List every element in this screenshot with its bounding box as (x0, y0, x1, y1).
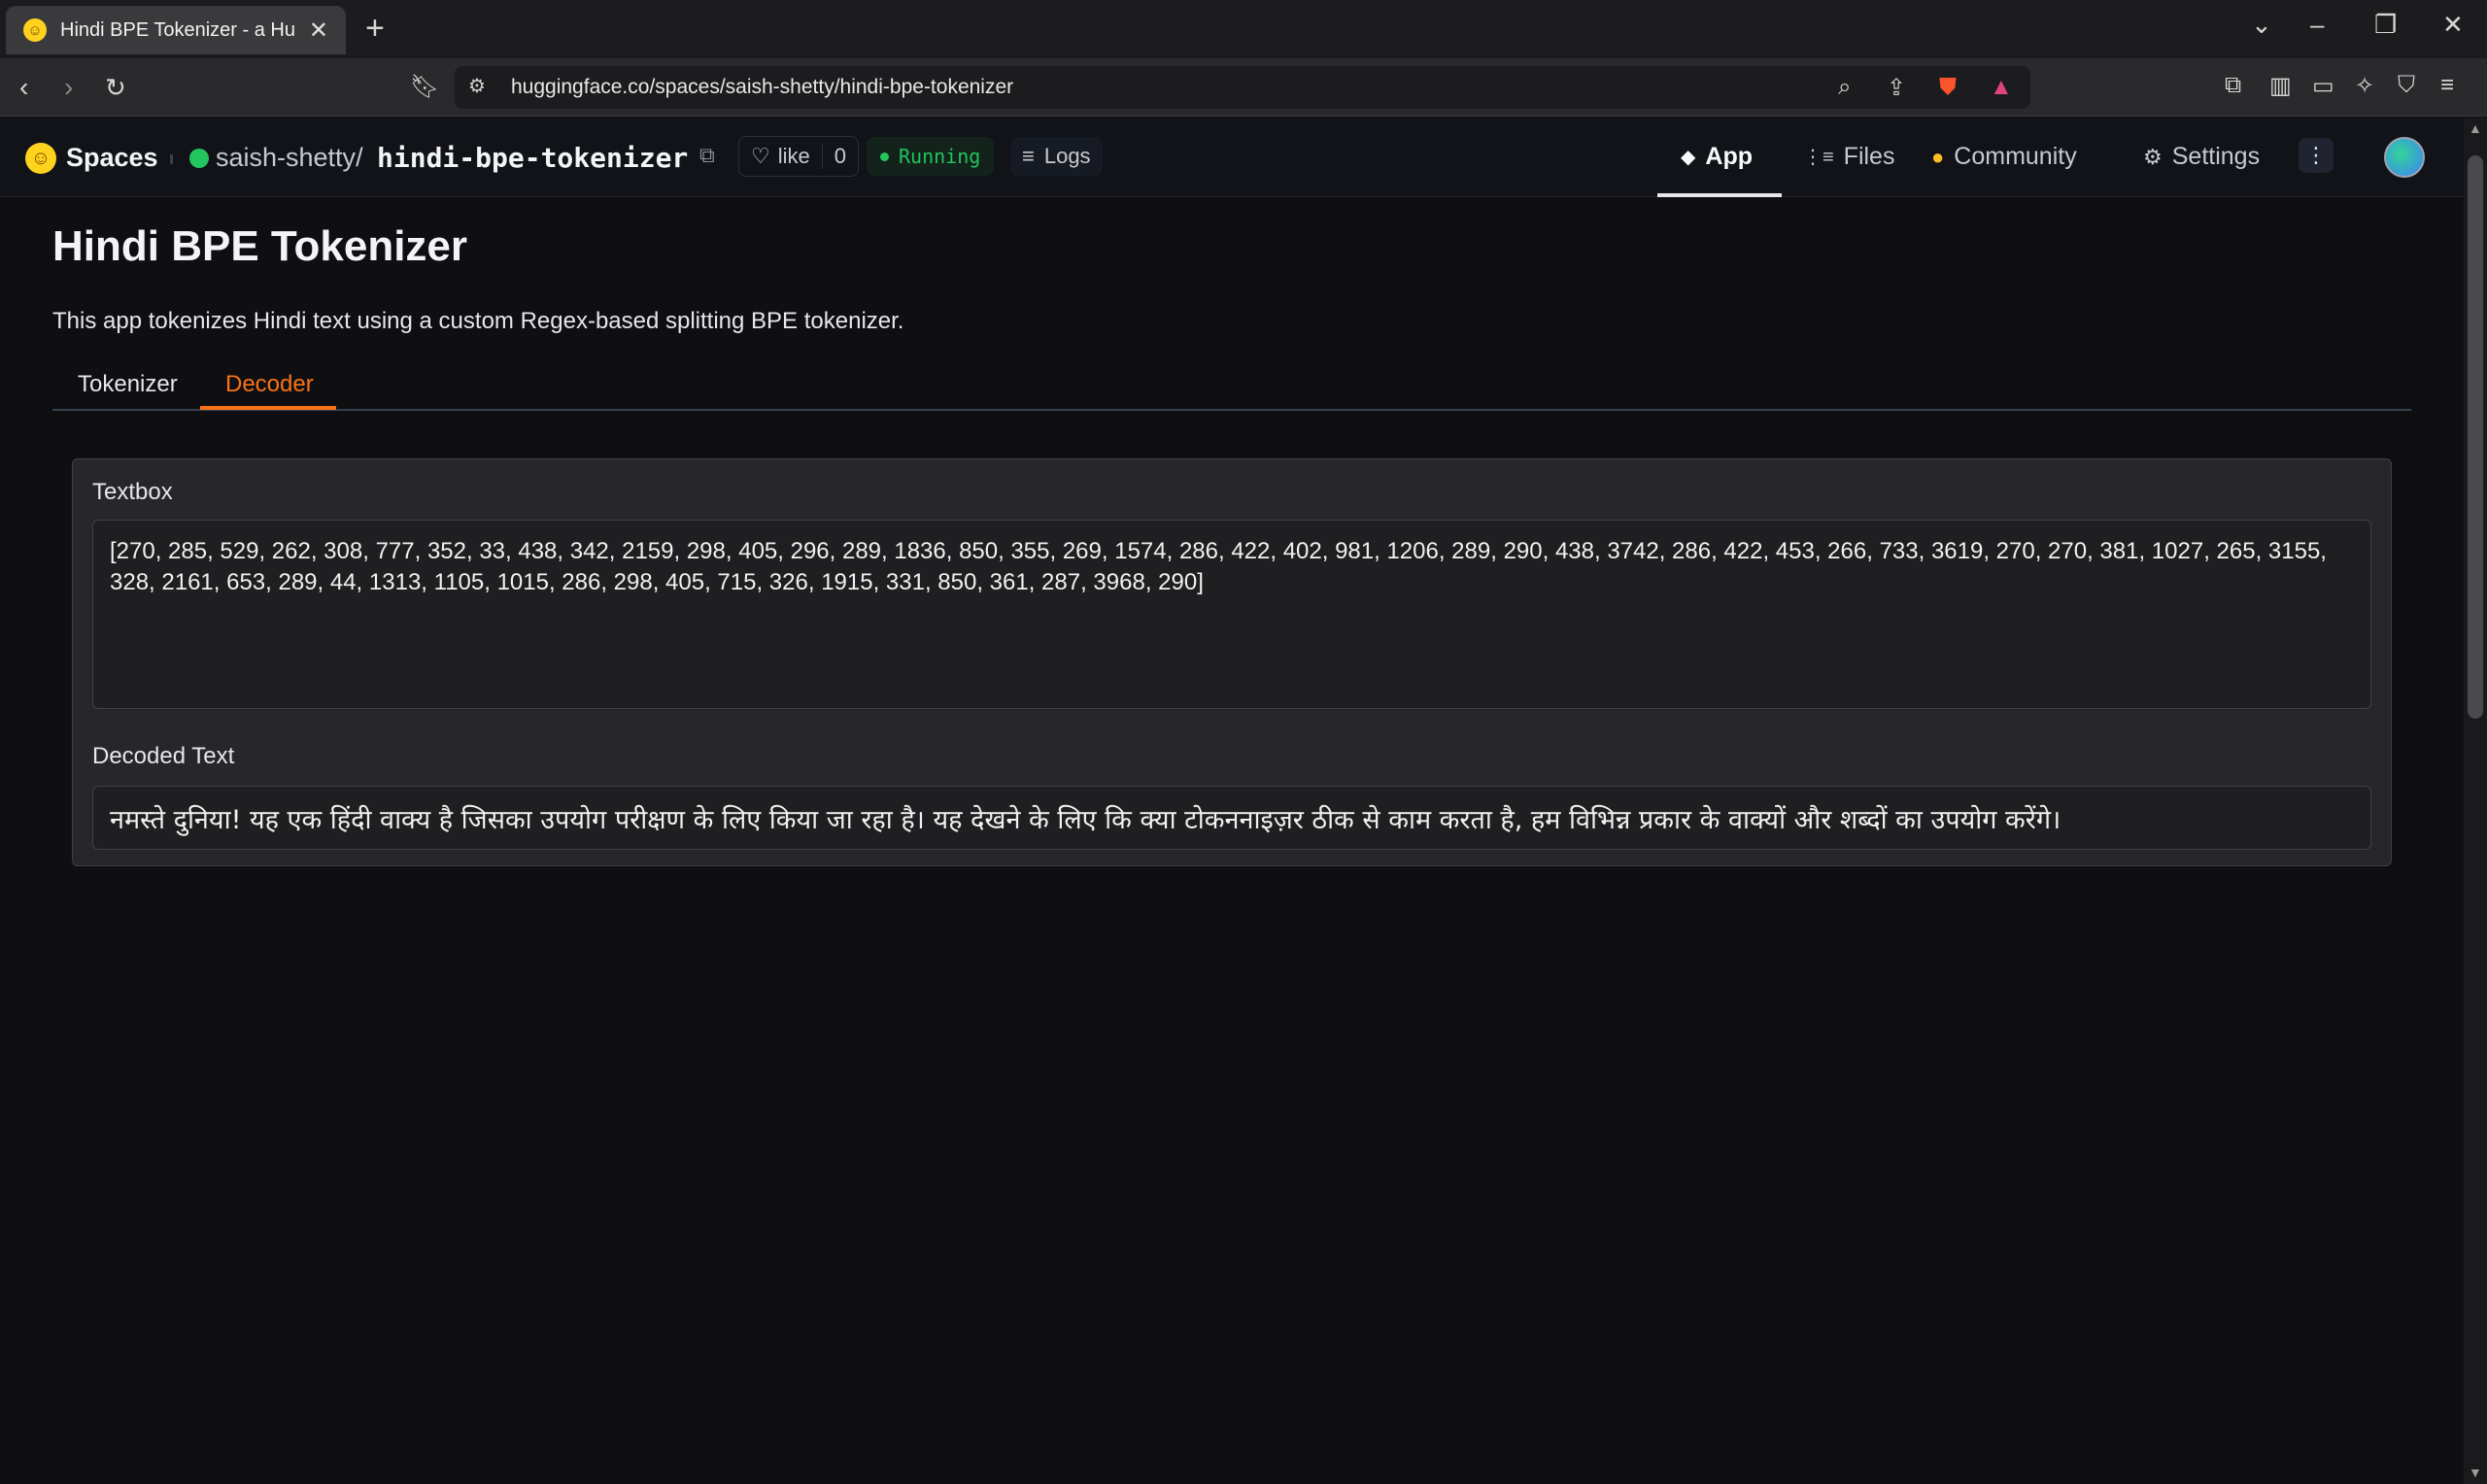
menu-icon[interactable]: ≡ (2440, 72, 2454, 99)
site-settings-icon[interactable]: ⚙ (468, 74, 486, 98)
scrollbar-thumb[interactable] (2468, 155, 2483, 719)
like-count: 0 (821, 144, 858, 169)
url-bar[interactable]: ⚙ huggingface.co/spaces/saish-shetty/hin… (455, 66, 2030, 109)
nav-app-active-indicator (1657, 193, 1782, 197)
app-description: This app tokenizes Hindi text using a cu… (52, 308, 904, 334)
cube-icon: ◆ (1681, 147, 1696, 168)
bookmark-icon[interactable]: 🔖︎ (410, 72, 439, 103)
url-text[interactable]: huggingface.co/spaces/saish-shetty/hindi… (511, 76, 1013, 99)
minimize-icon[interactable]: – (2310, 10, 2324, 40)
wallet-icon[interactable]: ▭ (2312, 72, 2334, 100)
user-avatar[interactable] (2384, 137, 2425, 178)
path-slash: / (356, 143, 363, 172)
decoded-text-label: Decoded Text (92, 743, 235, 769)
browser-tab[interactable]: ☺ Hindi BPE Tokenizer - a Huggin ✕ (6, 6, 346, 54)
decoded-text-output[interactable]: नमस्ते दुनिया! यह एक हिंदी वाक्य है जिसक… (92, 786, 2371, 850)
spaces-link[interactable]: Spaces (66, 143, 158, 173)
gear-icon: ⚙ (2143, 144, 2163, 169)
like-label: like (777, 144, 810, 168)
owner-name[interactable]: saish-shetty (216, 143, 356, 172)
new-tab-icon[interactable]: + (365, 12, 385, 45)
browser-tab-title: Hindi BPE Tokenizer - a Huggin (60, 18, 295, 41)
nav-settings[interactable]: ⚙ Settings (2143, 143, 2260, 171)
nav-app[interactable]: ◆ App (1681, 143, 1753, 171)
restore-icon[interactable]: ❐ (2374, 10, 2397, 40)
back-icon[interactable]: ‹ (19, 72, 28, 103)
community-icon: ● (1931, 144, 1945, 169)
logs-button[interactable]: ≡ Logs (1010, 137, 1103, 176)
tab-list-chevron-icon[interactable]: ⌄ (2251, 10, 2272, 40)
nav-community-label: Community (1954, 143, 2077, 170)
status-text: Running (899, 145, 981, 168)
address-toolbar: ‹ › ↻ 🔖︎ ⚙ huggingface.co/spaces/saish-s… (0, 58, 2487, 117)
browser-tab-bar: ☺ Hindi BPE Tokenizer - a Huggin ✕ + ⌄ –… (0, 0, 2487, 58)
vpn-icon[interactable]: ⛉ (2398, 72, 2415, 99)
copy-icon[interactable]: ⧉ (699, 143, 715, 168)
tab-decoder-active-indicator (200, 406, 336, 410)
logs-icon: ≡ (1022, 144, 1035, 168)
scroll-up-icon[interactable]: ▲ (2469, 120, 2482, 136)
leo-ai-icon[interactable]: ✧ (2355, 72, 2374, 100)
logs-label: Logs (1043, 144, 1091, 168)
tab-tokenizer[interactable]: Tokenizer (78, 371, 178, 412)
nav-app-label: App (1705, 143, 1753, 170)
divider (170, 154, 173, 164)
zoom-icon[interactable]: ⌕ (1838, 74, 1851, 101)
page-title: Hindi BPE Tokenizer (52, 222, 468, 270)
textbox-label: Textbox (92, 479, 173, 505)
decoder-panel: Textbox [270, 285, 529, 262, 308, 777, 3… (72, 458, 2392, 866)
reload-icon[interactable]: ↻ (105, 72, 126, 103)
nav-community[interactable]: ● Community (1931, 143, 2077, 171)
hugging-face-favicon-icon: ☺ (23, 18, 47, 42)
scroll-down-icon[interactable]: ▼ (2469, 1465, 2482, 1480)
extensions-icon[interactable]: ⧉ (2225, 72, 2241, 99)
hugging-face-logo-icon[interactable]: ☺ (25, 143, 56, 174)
files-icon: ⋮≡ (1803, 147, 1834, 168)
running-dot-icon (880, 152, 889, 161)
owner-link[interactable]: saish-shetty/ (216, 143, 363, 173)
brave-rewards-icon[interactable]: ▲ (1990, 74, 2013, 101)
nav-files[interactable]: ⋮≡ Files (1803, 143, 1894, 171)
more-options-icon[interactable]: ⋮ (2299, 138, 2334, 173)
nav-settings-label: Settings (2171, 143, 2261, 170)
heart-icon: ♡ (751, 144, 770, 168)
status-badge[interactable]: Running (867, 137, 995, 176)
brave-shields-icon[interactable]: ⛊ (1939, 74, 1957, 101)
repo-name-link[interactable]: hindi-bpe-tokenizer (377, 142, 688, 174)
close-tab-icon[interactable]: ✕ (309, 17, 328, 45)
token-ids-input[interactable]: [270, 285, 529, 262, 308, 777, 352, 33, … (92, 520, 2371, 709)
forward-icon[interactable]: › (64, 72, 73, 103)
like-button[interactable]: ♡ like 0 (738, 136, 859, 177)
sidebar-icon[interactable]: ▥ (2269, 72, 2292, 100)
share-icon[interactable]: ⇪ (1887, 74, 1906, 102)
tabs-divider (52, 409, 2411, 411)
space-status-dot-icon (189, 149, 209, 168)
hf-header: ☺ Spaces saish-shetty/ hindi-bpe-tokeniz… (0, 118, 2464, 197)
window-close-icon[interactable]: ✕ (2442, 10, 2464, 40)
nav-files-label: Files (1843, 143, 1895, 170)
